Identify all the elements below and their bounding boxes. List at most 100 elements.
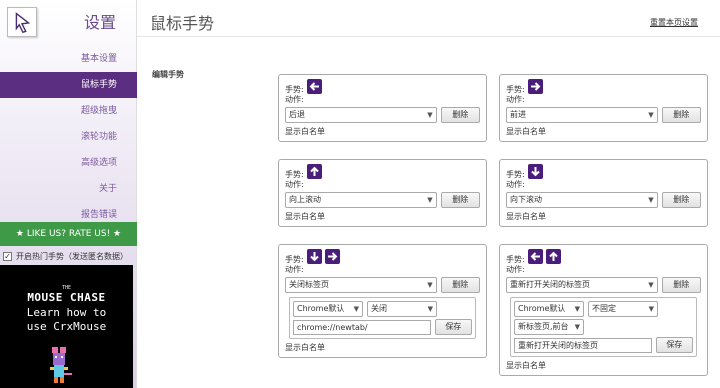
sidebar-nav: 基本设置 鼠标手势 超级拖曳 滚轮功能 高级选项 关于 报告错误: [0, 46, 137, 228]
save-button[interactable]: 保存: [655, 337, 693, 353]
delete-button[interactable]: 删除: [661, 277, 701, 293]
gesture-card-scroll-up: 手势: 动作: 向上滚动 ▼ 删除 显示白名单: [278, 159, 487, 227]
show-whitelist-link[interactable]: 显示白名单: [285, 211, 480, 222]
action-select[interactable]: 向上滚动 ▼: [285, 192, 437, 208]
gesture-label: 手势:: [285, 84, 304, 94]
action-value: 重新打开关闭的标签页: [510, 280, 590, 289]
action-label: 动作:: [506, 265, 525, 274]
gesture-label: 手势:: [285, 254, 304, 264]
sidebar-item-basic-settings[interactable]: 基本设置: [0, 46, 137, 72]
arrow-down-icon: [306, 248, 322, 264]
action-options-box: Chrome默认 ▼ 关闭 ▼ chrome://newtab/ 保存: [289, 297, 476, 339]
arrow-up-icon: [545, 248, 561, 264]
ad-title: MOUSE CHASE: [27, 291, 106, 304]
chevron-down-icon: ▼: [648, 281, 654, 289]
action-value: 后退: [289, 110, 305, 119]
action-select[interactable]: 后退 ▼: [285, 107, 437, 123]
action-select[interactable]: 向下滚动 ▼: [506, 192, 658, 208]
like-us-banner[interactable]: ★ LIKE US? RATE US! ★: [0, 222, 137, 246]
gesture-card-forward: 手势: 动作: 前进 ▼ 删除 显示白名单: [499, 74, 708, 142]
page-title: 鼠标手势: [150, 14, 215, 33]
sidebar-item-about[interactable]: 关于: [0, 176, 137, 202]
tab-text-input[interactable]: 重新打开关闭的标签页: [514, 337, 652, 353]
chevron-down-icon: ▼: [574, 323, 580, 331]
close-mode-value: 关闭: [371, 304, 387, 313]
gesture-label: 手势:: [506, 169, 525, 179]
sidebar: 设置 基本设置 鼠标手势 超级拖曳 滚轮功能 高级选项 关于 报告错误 ★ LI…: [0, 0, 137, 388]
action-value: 关闭标签页: [289, 280, 329, 289]
show-whitelist-link[interactable]: 显示白名单: [506, 211, 701, 222]
reset-page-link[interactable]: 重置本页设置: [650, 17, 698, 28]
arrow-right-icon: [527, 78, 543, 94]
action-value: 向下滚动: [510, 195, 542, 204]
chevron-down-icon: ▼: [648, 305, 654, 313]
delete-button[interactable]: 删除: [661, 107, 701, 123]
show-whitelist-link[interactable]: 显示白名单: [285, 126, 480, 137]
gesture-card-scroll-down: 手势: 动作: 向下滚动 ▼ 删除 显示白名单: [499, 159, 708, 227]
sidebar-item-mouse-gestures[interactable]: 鼠标手势: [0, 72, 137, 98]
show-whitelist-link[interactable]: 显示白名单: [506, 360, 701, 371]
ad-line-1: Learn how to: [26, 306, 107, 319]
chevron-down-icon: ▼: [427, 281, 433, 289]
arrow-left-icon: [527, 248, 543, 264]
close-mode-select[interactable]: 关闭 ▼: [367, 301, 437, 317]
action-value: 向上滚动: [289, 195, 321, 204]
gesture-card-back: 手势: 动作: 后退 ▼ 删除 显示白名单: [278, 74, 487, 142]
action-label: 动作:: [285, 265, 304, 274]
hot-gesture-label: 开启热门手势（发送匿名数据）: [16, 252, 128, 261]
sidebar-item-super-drag[interactable]: 超级拖曳: [0, 98, 137, 124]
chevron-down-icon: ▼: [574, 305, 580, 313]
delete-button[interactable]: 删除: [440, 277, 480, 293]
url-input[interactable]: chrome://newtab/: [293, 319, 431, 335]
pin-mode-select[interactable]: 不固定 ▼: [588, 301, 658, 317]
gesture-label: 手势:: [506, 254, 525, 264]
action-select[interactable]: 关闭标签页 ▼: [285, 277, 437, 293]
tab-position-value: 新标签页,前台: [518, 322, 569, 331]
arrow-right-icon: [324, 248, 340, 264]
show-whitelist-link[interactable]: 显示白名单: [506, 126, 701, 137]
action-select[interactable]: 重新打开关闭的标签页 ▼: [506, 277, 658, 293]
save-button[interactable]: 保存: [434, 319, 472, 335]
arrow-down-icon: [527, 163, 543, 179]
browser-default-value: Chrome默认: [518, 304, 566, 313]
sidebar-item-wheel[interactable]: 滚轮功能: [0, 124, 137, 150]
chevron-down-icon: ▼: [648, 196, 654, 204]
chevron-down-icon: ▼: [427, 196, 433, 204]
gesture-label: 手势:: [506, 84, 525, 94]
ad-line-2: use CrxMouse: [26, 320, 107, 333]
action-label: 动作:: [506, 180, 525, 189]
delete-button[interactable]: 删除: [661, 192, 701, 208]
browser-default-value: Chrome默认: [297, 304, 345, 313]
pixel-mouse-icon: [50, 347, 72, 383]
show-whitelist-link[interactable]: 显示白名单: [285, 342, 480, 353]
action-options-box: Chrome默认 ▼ 不固定 ▼ 新标签页,前台 ▼ 重新打开关闭的标签页 保存: [510, 297, 697, 357]
hot-gesture-row: ✓ 开启热门手势（发送匿名数据）: [3, 251, 128, 262]
arrow-up-icon: [306, 163, 322, 179]
chevron-down-icon: ▼: [353, 305, 359, 313]
action-label: 动作:: [285, 95, 304, 104]
gesture-card-close-tab: 手势: 动作: 关闭标签页 ▼ 删除 Chrome默认 ▼ 关闭 ▼ chrome:/…: [278, 244, 487, 358]
title-divider: [137, 36, 720, 37]
arrow-left-icon: [306, 78, 322, 94]
chevron-down-icon: ▼: [648, 111, 654, 119]
delete-button[interactable]: 删除: [440, 107, 480, 123]
delete-button[interactable]: 删除: [440, 192, 480, 208]
browser-default-select[interactable]: Chrome默认 ▼: [293, 301, 363, 317]
hot-gesture-checkbox[interactable]: ✓: [3, 252, 12, 261]
pin-mode-value: 不固定: [592, 304, 616, 313]
action-label: 动作:: [285, 180, 304, 189]
action-label: 动作:: [506, 95, 525, 104]
chevron-down-icon: ▼: [427, 111, 433, 119]
action-select[interactable]: 前进 ▼: [506, 107, 658, 123]
section-label: 编辑手势: [152, 70, 184, 79]
mouse-chase-ad[interactable]: THE MOUSE CHASE Learn how to use CrxMous…: [0, 265, 133, 388]
sidebar-item-advanced[interactable]: 高级选项: [0, 150, 137, 176]
cursor-logo-icon: [7, 7, 37, 37]
tab-position-select[interactable]: 新标签页,前台 ▼: [514, 319, 584, 335]
sidebar-title: 设置: [84, 13, 117, 32]
gesture-card-reopen-tab: 手势: 动作: 重新打开关闭的标签页 ▼ 删除 Chrome默认 ▼ 不固定 ▼ 新标…: [499, 244, 708, 376]
chevron-down-icon: ▼: [427, 305, 433, 313]
gesture-label: 手势:: [285, 169, 304, 179]
action-value: 前进: [510, 110, 526, 119]
browser-default-select[interactable]: Chrome默认 ▼: [514, 301, 584, 317]
